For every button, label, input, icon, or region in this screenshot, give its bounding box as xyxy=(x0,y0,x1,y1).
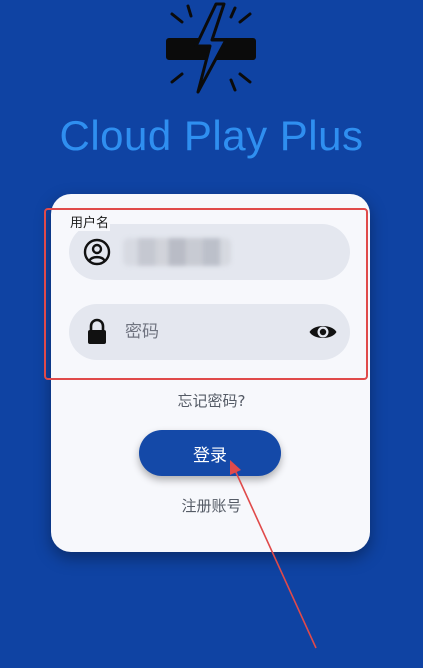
username-field[interactable] xyxy=(69,224,350,280)
lightning-plug-icon xyxy=(166,2,256,94)
user-circle-icon xyxy=(83,238,111,266)
forgot-password-link[interactable]: 忘记密码? xyxy=(0,390,423,411)
username-label: 用户名 xyxy=(69,216,111,231)
lock-icon xyxy=(88,318,106,344)
app-title: Cloud Play Plus xyxy=(59,112,364,159)
eye-icon[interactable] xyxy=(308,321,338,343)
username-value-redacted xyxy=(123,238,231,266)
password-field[interactable] xyxy=(69,304,350,360)
login-button[interactable]: 登录 xyxy=(139,430,281,476)
password-input[interactable] xyxy=(125,304,305,360)
register-link[interactable]: 注册账号 xyxy=(0,495,423,516)
